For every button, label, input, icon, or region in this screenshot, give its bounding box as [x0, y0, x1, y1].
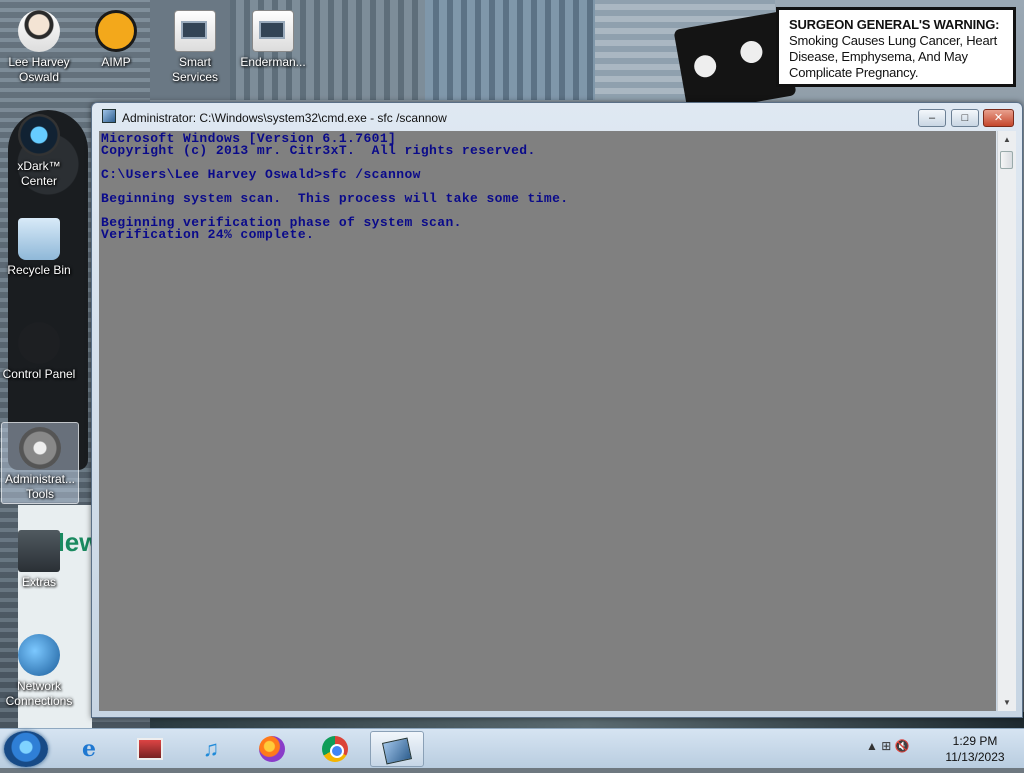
surgeon-general-warning: SURGEON GENERAL'S WARNING: Smoking Cause… [776, 7, 1016, 87]
desktop-icon-label: Administrat... Tools [4, 472, 76, 501]
cmd-window[interactable]: Administrator: C:\Windows\system32\cmd.e… [91, 102, 1023, 718]
desktop-icon-label: Network Connections [5, 679, 73, 708]
scroll-up-icon[interactable]: ▲ [998, 131, 1016, 148]
warning-heading: SURGEON GENERAL'S WARNING: [789, 17, 1000, 32]
taskbar-firefox[interactable] [245, 731, 299, 767]
services-icon [174, 10, 216, 52]
console-output[interactable]: Microsoft Windows [Version 6.1.7601] Cop… [99, 131, 996, 711]
desktop-icon-aimp[interactable]: AIMP [78, 6, 154, 70]
app-icon [252, 10, 294, 52]
taskbar-cmd[interactable] [370, 731, 424, 767]
desktop-icon-recycle-bin[interactable]: Recycle Bin [1, 214, 77, 278]
clock-date: 11/13/2023 [945, 750, 1005, 764]
taskbar: e ♫ ▲ ⊞ 🔇 1:29 PM 11/13/2023 [0, 728, 1024, 768]
taskbar-chrome[interactable] [308, 731, 362, 767]
taskbar-internet-explorer[interactable]: e [62, 731, 116, 767]
close-button[interactable]: ✕ [983, 109, 1014, 127]
admin-tools-icon [19, 427, 61, 469]
desktop-icon-label: Control Panel [2, 367, 76, 381]
cmd-taskbar-icon [381, 737, 413, 765]
network-icon [18, 634, 60, 676]
taskbar-clock[interactable]: 1:29 PM 11/13/2023 [940, 733, 1010, 765]
vertical-scrollbar[interactable]: ▲ ▼ [997, 131, 1016, 711]
scroll-down-icon[interactable]: ▼ [998, 694, 1016, 711]
person-icon [18, 10, 60, 52]
clock-time: 1:29 PM [952, 734, 998, 748]
xdark-icon [18, 114, 60, 156]
safe-icon [18, 530, 60, 572]
desktop-icon-enderman[interactable]: Enderman... [235, 6, 311, 70]
taskbar-itunes[interactable]: ♫ [184, 731, 238, 767]
media-center-icon [137, 738, 163, 760]
desktop-icon-label: Smart Services [171, 55, 218, 84]
desktop-icon-administrative-tools[interactable]: Administrat... Tools [1, 422, 79, 504]
desktop-icon-smart-services[interactable]: Smart Services [157, 6, 233, 85]
music-note-icon: ♫ [202, 736, 220, 761]
desktop-icon-label: Lee Harvey Oswald [8, 55, 70, 84]
desktop-icon-label: xDark™ Center [17, 159, 61, 188]
aimp-icon [95, 10, 137, 52]
start-orb-icon[interactable] [4, 731, 48, 767]
scroll-thumb[interactable] [1000, 151, 1013, 169]
desktop-icon-lee-harvey-oswald[interactable]: Lee Harvey Oswald [1, 6, 77, 85]
desktop-icon-control-panel[interactable]: Control Panel [1, 318, 77, 382]
internet-explorer-icon: e [82, 736, 96, 762]
desktop-icon-network-connections[interactable]: Network Connections [1, 630, 77, 709]
warning-text: Smoking Causes Lung Cancer, Heart Diseas… [789, 33, 998, 80]
taskbar-media-center[interactable] [123, 731, 177, 767]
desktop-icon-label: Recycle Bin [7, 263, 71, 277]
system-tray[interactable]: ▲ ⊞ 🔇 [866, 739, 910, 753]
desktop-icon-xdark-center[interactable]: xDark™ Center [1, 110, 77, 189]
desktop-icon-label: Extras [21, 575, 56, 589]
window-title: Administrator: C:\Windows\system32\cmd.e… [122, 111, 447, 125]
wallpaper-building [425, 0, 595, 100]
recycle-bin-icon [18, 218, 60, 260]
console-text: Microsoft Windows [Version 6.1.7601] Cop… [101, 131, 569, 242]
maximize-button[interactable]: □ [951, 109, 979, 127]
window-titlebar[interactable]: Administrator: C:\Windows\system32\cmd.e… [92, 103, 1022, 131]
desktop-icon-extras[interactable]: Extras [1, 526, 77, 590]
desktop-icon-label: Enderman... [240, 55, 306, 69]
cmd-icon[interactable] [102, 109, 116, 123]
control-panel-icon [18, 322, 60, 364]
firefox-icon [259, 736, 285, 762]
minimize-button[interactable]: – [918, 109, 946, 127]
desktop-icon-label: AIMP [101, 55, 131, 69]
chrome-icon [322, 736, 348, 762]
